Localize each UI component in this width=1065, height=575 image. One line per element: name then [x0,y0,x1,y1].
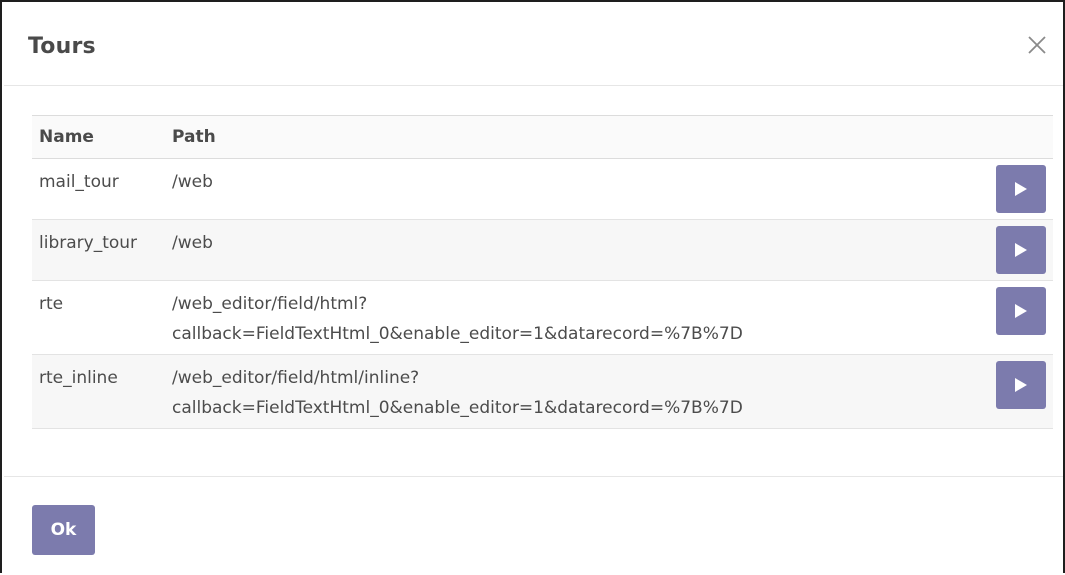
play-icon [1015,378,1027,392]
ok-button[interactable]: Ok [32,505,95,555]
tour-path-line: callback=FieldTextHtml_0&enable_editor=1… [172,324,743,344]
run-tour-button[interactable] [996,287,1046,335]
tours-table: Name Path mail_tour /web library_tour /w… [32,115,1053,429]
tour-path-line: /web_editor/field/html/inline? [172,368,420,388]
table-row: rte_inline /web_editor/field/html/inline… [32,354,1053,429]
dialog-header: Tours [4,4,1063,86]
tour-name: rte_inline [32,354,165,429]
dialog-footer: Ok [4,476,1063,575]
run-tour-button[interactable] [996,226,1046,274]
tour-path-line: /web_editor/field/html? [172,294,368,314]
table-header-row: Name Path [32,115,1053,159]
close-icon [1028,36,1046,54]
dialog-title: Tours [28,34,96,59]
tour-path: /web_editor/field/html/inline? callback=… [165,354,977,429]
table-row: library_tour /web [32,219,1053,281]
run-tour-button[interactable] [996,165,1046,213]
table-row: mail_tour /web [32,158,1053,220]
run-tour-button[interactable] [996,361,1046,409]
table-row: rte /web_editor/field/html? callback=Fie… [32,280,1053,355]
tour-path: /web [165,158,977,220]
tour-path: /web_editor/field/html? callback=FieldTe… [165,280,977,355]
tour-name: mail_tour [32,158,165,220]
tour-name: library_tour [32,219,165,281]
tour-path-line: /web [172,233,213,253]
dialog-body: Name Path mail_tour /web library_tour /w… [32,115,1053,429]
play-icon [1015,243,1027,257]
play-icon [1015,182,1027,196]
column-header-path: Path [165,115,977,159]
play-icon [1015,304,1027,318]
tour-path: /web [165,219,977,281]
column-header-name: Name [32,115,165,159]
tour-name: rte [32,280,165,355]
tours-dialog: Tours Name Path mail_tour /web library_t… [0,0,1065,573]
close-button[interactable] [1023,31,1051,59]
tour-path-line: /web [172,172,213,192]
column-header-action [977,115,1053,159]
tour-path-line: callback=FieldTextHtml_0&enable_editor=1… [172,398,743,418]
